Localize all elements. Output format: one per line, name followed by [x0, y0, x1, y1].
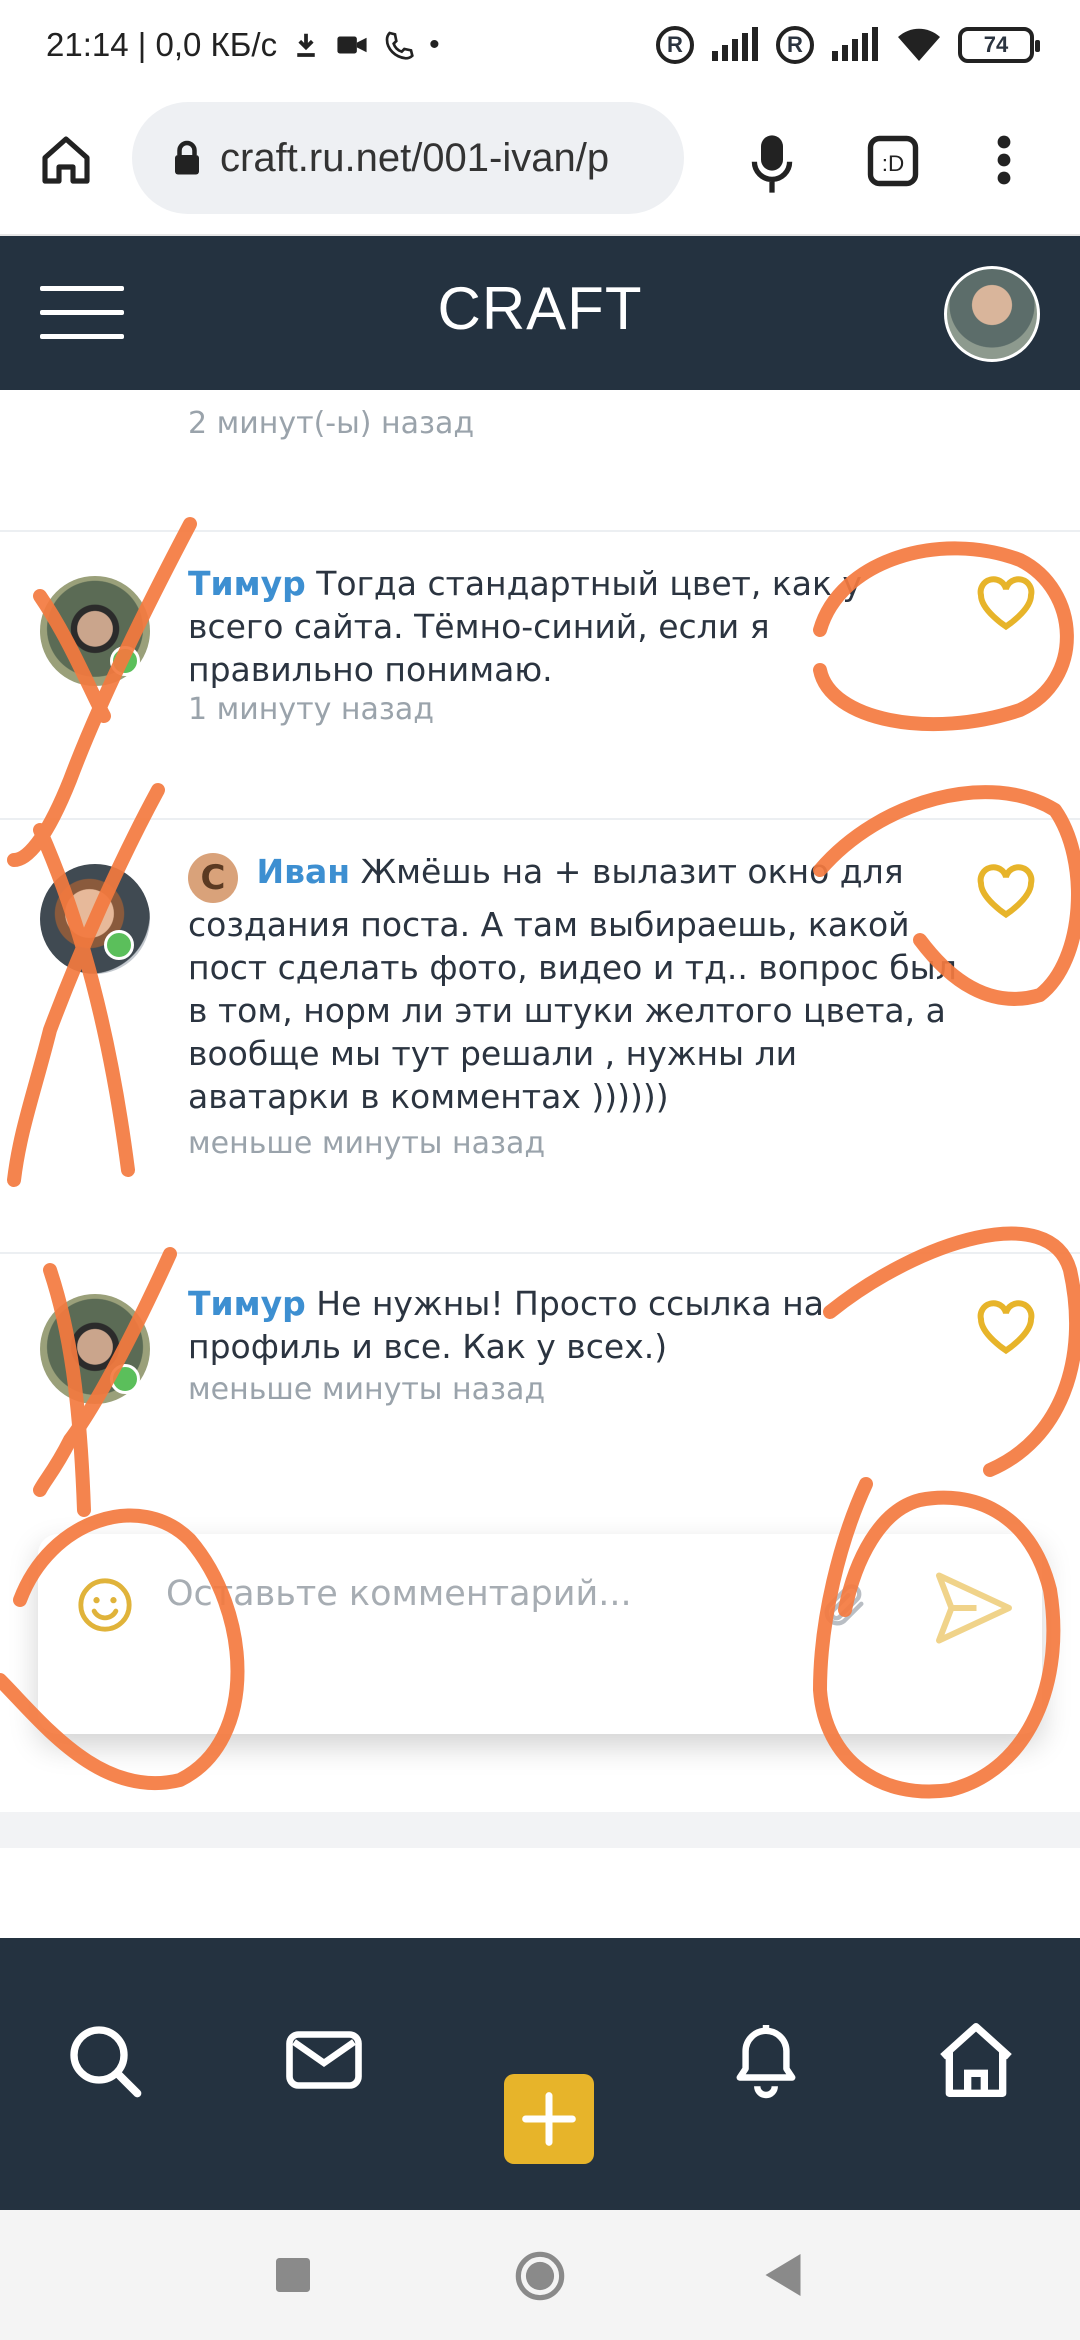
- svg-text::D: :D: [882, 151, 905, 176]
- status-time-speed: 21:14 | 0,0 КБ/с: [46, 26, 278, 63]
- video-icon: [337, 36, 367, 54]
- app-header: CRAFT: [0, 236, 1080, 390]
- bottom-nav: [0, 1938, 1080, 2210]
- user-badge: C: [188, 853, 238, 903]
- heart-icon[interactable]: [976, 576, 1036, 632]
- search-icon: [70, 2026, 142, 2098]
- plus-icon: [522, 2092, 576, 2146]
- status-right: R R 74: [656, 26, 1040, 64]
- home-icon: [940, 2023, 1012, 2097]
- home-icon[interactable]: [34, 128, 98, 192]
- signal-icon: [712, 27, 758, 61]
- comment-author[interactable]: Тимур: [188, 1284, 306, 1323]
- attach-icon[interactable]: [818, 1578, 870, 1634]
- home-button-icon[interactable]: [514, 2250, 566, 2302]
- nav-messages[interactable]: [274, 2010, 374, 2110]
- comment-item: Тимур Тогда стандартный цвет, как у всег…: [0, 532, 1080, 818]
- comment-author[interactable]: Иван: [257, 852, 351, 891]
- battery-level: 74: [983, 32, 1009, 57]
- lock-icon: [175, 140, 199, 175]
- comment-input[interactable]: Оставьте комментарий...: [166, 1574, 632, 1614]
- url-text: craft.ru.net/001-ivan/p: [220, 135, 610, 180]
- comment-item: C Иван Жмёшь на + вылазит окно для созда…: [0, 820, 1080, 1252]
- divider: [0, 1812, 1080, 1848]
- status-bar: 21:14 | 0,0 КБ/с • R R 74: [0, 0, 1080, 92]
- url-bar[interactable]: craft.ru.net/001-ivan/p: [132, 102, 684, 214]
- comment-text: C Иван Жмёшь на + вылазит окно для созда…: [188, 850, 958, 1118]
- dot-icon: •: [429, 28, 440, 61]
- comment-input-card: Оставьте комментарий...: [38, 1534, 1042, 1734]
- download-icon: [297, 33, 315, 57]
- add-post-button[interactable]: [504, 2074, 594, 2164]
- online-indicator: [110, 1364, 140, 1394]
- comment-text: Тимур Не нужны! Просто ссылка на профиль…: [188, 1282, 958, 1368]
- signal-icon-2: [832, 27, 878, 61]
- status-left: 21:14 | 0,0 КБ/с •: [46, 26, 440, 64]
- nav-notifications[interactable]: [716, 2010, 816, 2110]
- send-icon[interactable]: [934, 1570, 1014, 1646]
- comment-time: меньше минуты назад: [188, 1126, 546, 1161]
- comment-body: Жмёшь на + вылазит окно для создания пос…: [188, 852, 957, 1116]
- user-avatar[interactable]: [944, 266, 1040, 362]
- comment-item: Тимур Не нужны! Просто ссылка на профиль…: [0, 1254, 1080, 1504]
- heart-icon[interactable]: [976, 1300, 1036, 1356]
- online-indicator: [110, 646, 140, 676]
- app-title: CRAFT: [437, 275, 643, 342]
- comment-item: 2 минут(-ы) назад: [0, 390, 1080, 530]
- registered-icon-2: R: [776, 26, 814, 64]
- battery-icon: 74: [958, 27, 1040, 63]
- nav-home[interactable]: [926, 2010, 1026, 2110]
- emoji-icon[interactable]: [76, 1576, 134, 1634]
- system-navigation: [0, 2210, 1080, 2340]
- registered-icon: R: [656, 26, 694, 64]
- more-options-icon[interactable]: [984, 128, 1024, 192]
- comment-text: Тимур Тогда стандартный цвет, как у всег…: [188, 562, 958, 691]
- comment-time: 2 минут(-ы) назад: [188, 406, 475, 441]
- comment-time: меньше минуты назад: [188, 1372, 546, 1407]
- avatar[interactable]: [40, 864, 150, 974]
- tab-switcher-icon[interactable]: :D: [864, 132, 922, 190]
- call-icon: [385, 31, 414, 60]
- comment-author[interactable]: Тимур: [188, 564, 306, 603]
- back-icon[interactable]: [764, 2254, 802, 2296]
- heart-icon[interactable]: [976, 864, 1036, 920]
- comment-time: 1 минуту назад: [188, 692, 434, 727]
- wifi-icon: [898, 28, 940, 61]
- recent-apps-icon[interactable]: [276, 2258, 310, 2292]
- browser-toolbar: craft.ru.net/001-ivan/p :D: [0, 92, 1080, 236]
- online-indicator: [104, 930, 134, 960]
- microphone-icon[interactable]: [740, 128, 804, 200]
- mail-icon: [286, 2031, 362, 2089]
- nav-search[interactable]: [54, 2010, 154, 2110]
- bell-icon: [736, 2025, 796, 2099]
